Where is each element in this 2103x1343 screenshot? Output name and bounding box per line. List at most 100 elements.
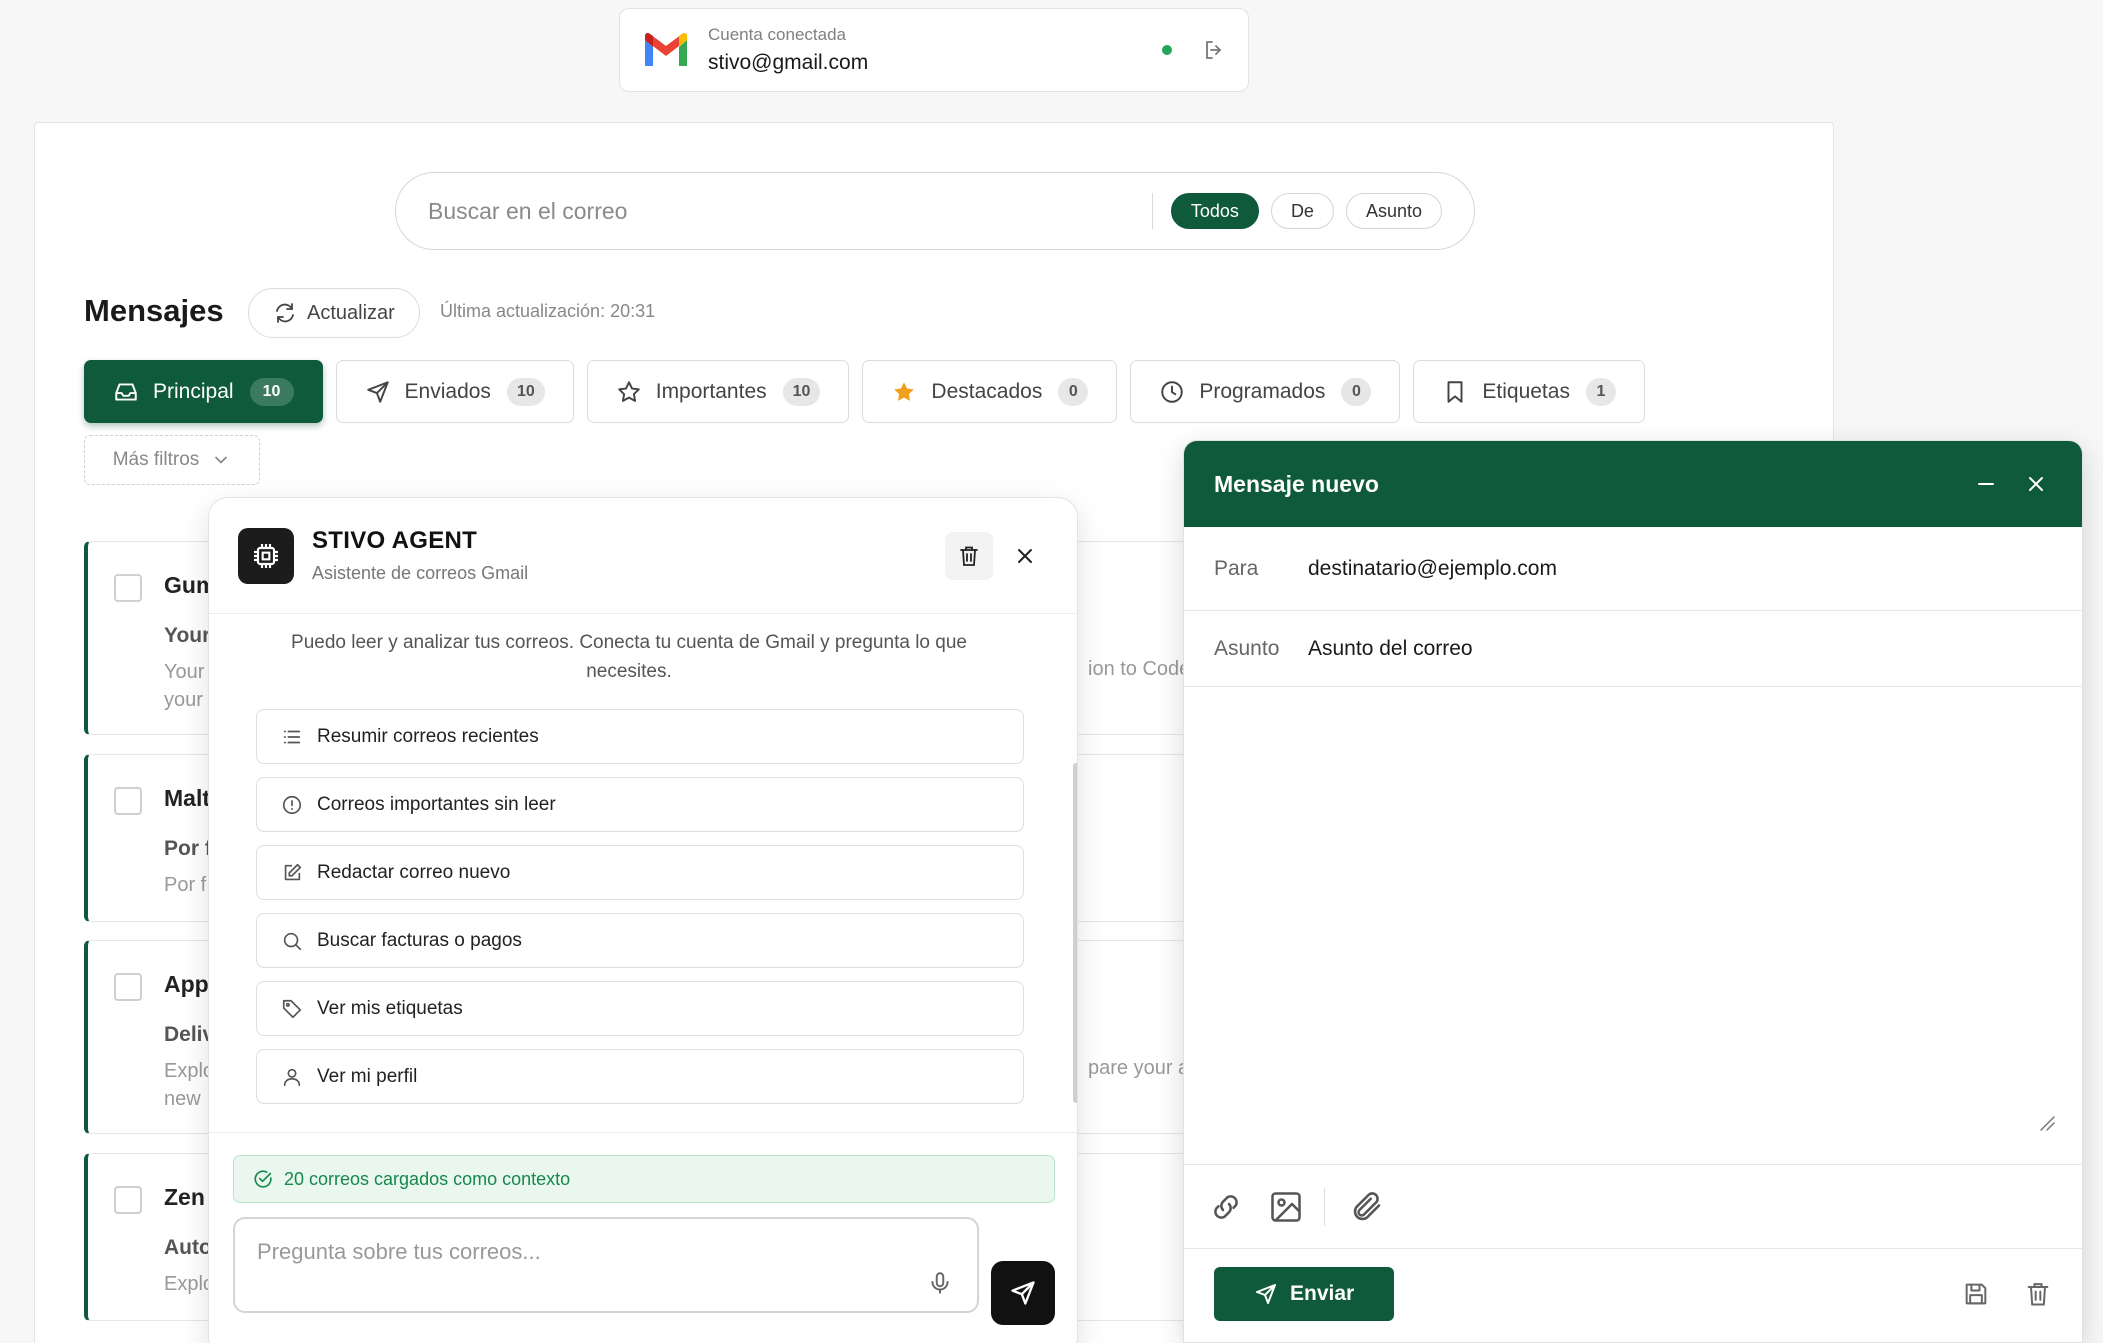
folder-tabs: Principal 10 Enviados 10 Importantes 10 … — [84, 360, 1645, 423]
message-subject: Your — [164, 624, 211, 647]
tab-etiquetas[interactable]: Etiquetas 1 — [1413, 360, 1645, 423]
clock-icon — [1161, 380, 1184, 403]
filter-chip-subject[interactable]: Asunto — [1345, 193, 1442, 229]
subject-field-row[interactable]: Asunto Asunto del correo — [1184, 611, 2082, 687]
message-subject: Deliv — [164, 1023, 215, 1046]
tab-count-badge: 10 — [506, 377, 545, 406]
suggestion-profile[interactable]: Ver mi perfil — [256, 1049, 1024, 1104]
suggestion-search-invoices[interactable]: Buscar facturas o pagos — [256, 913, 1024, 968]
inbox-icon — [115, 382, 137, 401]
microphone-icon[interactable] — [927, 1270, 953, 1296]
suggestion-labels[interactable]: Ver mis etiquetas — [256, 981, 1024, 1036]
suggestion-compose[interactable]: Redactar correo nuevo — [256, 845, 1024, 900]
minimize-button[interactable] — [1970, 468, 2002, 500]
tab-programados[interactable]: Programados 0 — [1130, 360, 1401, 423]
filter-chip-all[interactable]: Todos — [1170, 193, 1259, 229]
message-subject: Por f — [164, 837, 212, 860]
star-filled-icon — [894, 381, 915, 401]
tab-count-badge: 0 — [1058, 377, 1089, 406]
search-input[interactable] — [428, 197, 1134, 225]
tab-destacados[interactable]: Destacados 0 — [862, 360, 1118, 423]
to-label: Para — [1214, 556, 1259, 580]
tab-enviados[interactable]: Enviados 10 — [335, 360, 574, 423]
tab-count-badge: 10 — [782, 377, 821, 406]
bookmark-icon — [1447, 380, 1463, 403]
image-icon[interactable] — [1268, 1189, 1304, 1225]
suggestion-summarize[interactable]: Resumir correos recientes — [256, 709, 1024, 764]
close-icon — [2029, 477, 2043, 491]
close-agent-button[interactable] — [1001, 532, 1049, 580]
context-status-banner: 20 correos cargados como contexto — [233, 1155, 1055, 1203]
resize-handle-icon[interactable] — [2038, 1114, 2056, 1132]
link-icon[interactable] — [1208, 1189, 1244, 1225]
to-field[interactable]: destinatario@ejemplo.com — [1308, 557, 1557, 581]
suggestions-scrollbar[interactable] — [1073, 763, 1077, 1103]
save-draft-icon[interactable] — [1962, 1280, 1990, 1308]
paperclip-icon[interactable] — [1349, 1189, 1385, 1225]
send-icon — [366, 380, 389, 403]
close-icon — [1018, 548, 1032, 563]
filter-chip-from[interactable]: De — [1270, 193, 1334, 229]
message-subject: Auto — [164, 1236, 212, 1259]
agent-header: STIVO AGENT Asistente de correos Gmail — [209, 498, 1077, 614]
tab-count-badge: 1 — [1585, 377, 1616, 406]
tab-count-badge: 10 — [249, 377, 294, 406]
search-separator — [1151, 193, 1153, 229]
agent-send-button[interactable] — [991, 1261, 1055, 1325]
agent-divider — [209, 1132, 1077, 1133]
send-label: Enviar — [1290, 1282, 1355, 1305]
account-email: stivo@gmail.com — [708, 51, 869, 74]
message-checkbox[interactable] — [114, 787, 142, 815]
more-filters-button[interactable]: Más filtros — [84, 435, 260, 485]
trash-icon[interactable] — [2024, 1280, 2052, 1308]
suggestion-important-unread[interactable]: Correos importantes sin leer — [256, 777, 1024, 832]
subject-field[interactable]: Asunto del correo — [1308, 637, 1473, 661]
compose-toolbar — [1184, 1165, 2082, 1249]
agent-logo — [238, 527, 294, 584]
message-body-textarea[interactable] — [1184, 687, 2082, 1165]
refresh-label: Actualizar — [307, 301, 395, 324]
last-update-text: Última actualización: 20:31 — [440, 301, 656, 321]
message-checkbox[interactable] — [114, 1186, 142, 1214]
tab-principal[interactable]: Principal 10 — [84, 360, 323, 423]
trash-icon — [960, 546, 978, 566]
message-snippet-tail: ion to Code — [1088, 658, 1191, 680]
tab-label: Principal — [153, 379, 234, 403]
tab-label: Importantes — [655, 379, 767, 403]
compose-header: Mensaje nuevo — [1184, 441, 2082, 527]
tag-icon — [282, 999, 302, 1018]
clear-chat-button[interactable] — [945, 531, 993, 580]
send-button[interactable]: Enviar — [1214, 1267, 1395, 1321]
logout-icon[interactable] — [1202, 38, 1226, 62]
page-title: Mensajes — [84, 293, 224, 328]
alert-circle-icon — [282, 795, 302, 814]
close-compose-button[interactable] — [2020, 468, 2052, 500]
refresh-icon — [276, 303, 294, 323]
refresh-button[interactable]: Actualizar — [248, 288, 420, 338]
agent-intro-text: Puedo leer y analizar tus correos. Conec… — [291, 632, 967, 682]
tab-count-badge: 0 — [1341, 377, 1372, 406]
message-checkbox[interactable] — [114, 574, 142, 602]
agent-question-input[interactable]: Pregunta sobre tus correos... — [233, 1217, 979, 1313]
search-icon — [283, 932, 302, 950]
compose-title: Mensaje nuevo — [1214, 470, 1379, 497]
tab-importantes[interactable]: Importantes 10 — [586, 360, 850, 423]
message-checkbox[interactable] — [114, 973, 142, 1001]
account-label: Cuenta conectada — [708, 25, 846, 44]
send-icon — [1011, 1281, 1035, 1305]
compose-panel: Mensaje nuevo Para destinatario@ejemplo.… — [1183, 440, 2083, 1343]
agent-name: STIVO AGENT — [312, 527, 478, 554]
list-icon — [283, 730, 301, 743]
agent-chat-panel: STIVO AGENT Asistente de correos Gmail P… — [208, 497, 1078, 1343]
star-outline-icon — [618, 380, 640, 402]
to-field-row[interactable]: Para destinatario@ejemplo.com — [1184, 527, 2082, 611]
minimize-icon — [1978, 483, 1994, 485]
connection-status-dot — [1162, 45, 1172, 55]
agent-subtitle: Asistente de correos Gmail — [312, 563, 529, 583]
suggestion-label: Resumir correos recientes — [317, 725, 539, 747]
suggestion-label: Buscar facturas o pagos — [317, 929, 522, 951]
message-sender: App — [164, 971, 209, 997]
suggestion-label: Ver mi perfil — [317, 1065, 418, 1087]
subject-label: Asunto — [1214, 636, 1280, 660]
connected-account-bar: Cuenta conectada stivo@gmail.com — [619, 8, 1249, 92]
